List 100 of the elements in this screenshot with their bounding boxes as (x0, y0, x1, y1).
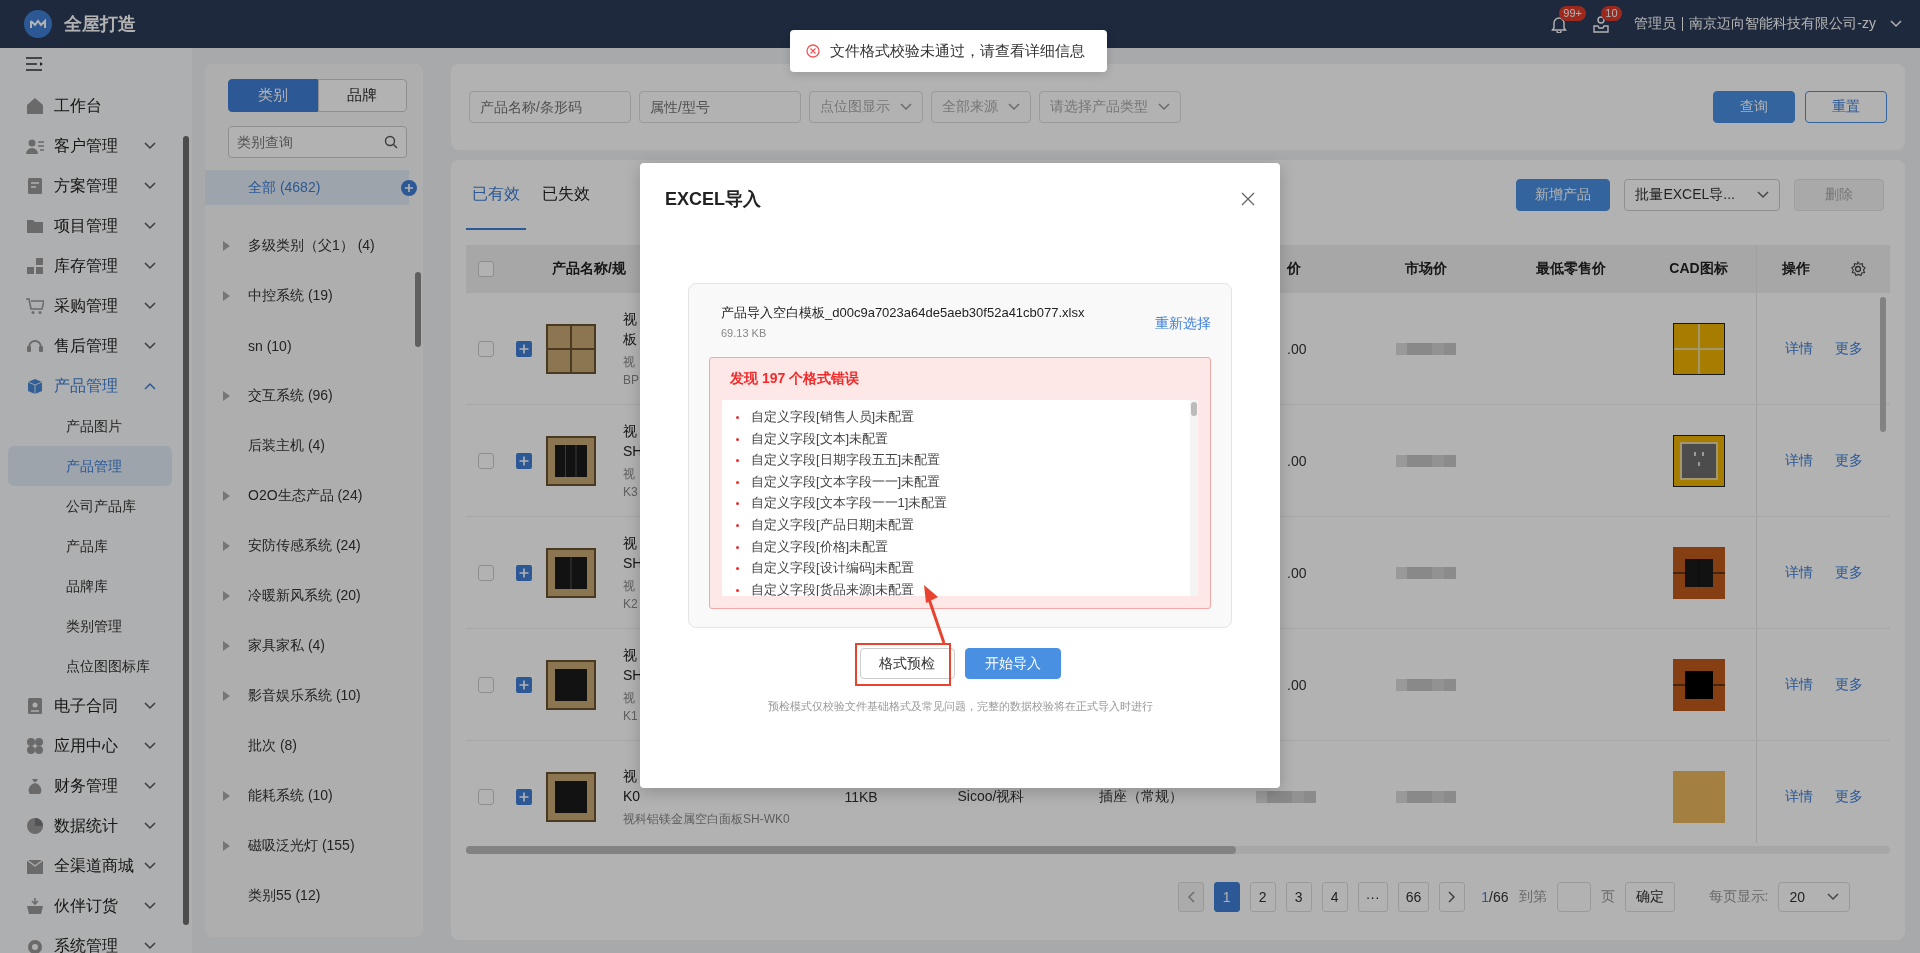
category-item[interactable]: 能耗系统 (10) (248, 787, 333, 805)
sidebar-item[interactable]: 工作台 (8, 86, 172, 126)
previous-page-button[interactable] (1177, 882, 1204, 912)
sidebar-item[interactable]: 数据统计 (8, 806, 172, 846)
caret-icon[interactable] (222, 391, 230, 401)
caret-icon[interactable] (222, 491, 230, 501)
error-icon (806, 44, 820, 58)
details-link[interactable]: 详情 (1785, 675, 1813, 694)
category-item[interactable]: 后装主机 (4) (248, 437, 325, 455)
search-field[interactable]: 类别查询 (228, 126, 407, 158)
sidebar-subitem[interactable]: 公司产品库 (8, 486, 172, 526)
checkbox[interactable] (478, 676, 494, 693)
more-link[interactable]: 更多 (1835, 451, 1863, 470)
checkbox[interactable] (478, 564, 494, 581)
sidebar-item[interactable]: 应用中心 (8, 726, 172, 766)
menu-icon[interactable] (25, 56, 45, 72)
sidebar-item[interactable]: 客户管理 (8, 126, 172, 166)
sidebar-item[interactable]: 采购管理 (8, 286, 172, 326)
confirm-button[interactable]: 确定 (1624, 882, 1675, 912)
sidebar-item[interactable]: 方案管理 (8, 166, 172, 206)
checkbox[interactable] (478, 340, 494, 357)
expand-icon[interactable] (516, 452, 532, 469)
checkbox[interactable] (478, 788, 494, 805)
caret-icon[interactable] (222, 591, 230, 601)
sidebar-item[interactable]: 库存管理 (8, 246, 172, 286)
more-link[interactable]: 更多 (1835, 675, 1863, 694)
caret-icon[interactable] (222, 791, 230, 801)
more-link[interactable]: 更多 (1835, 787, 1863, 806)
next-page-button[interactable] (1439, 882, 1466, 912)
caret-icon[interactable] (222, 541, 230, 551)
category-item[interactable]: 中控系统 (19) (248, 287, 333, 305)
checkbox[interactable] (478, 260, 494, 277)
sidebar-item[interactable]: 财务管理 (8, 766, 172, 806)
details-link[interactable]: 详情 (1785, 563, 1813, 582)
text-field[interactable]: 产品名称/条形码 (469, 91, 631, 123)
sidebar-item[interactable]: 全渠道商城 (8, 846, 172, 886)
category-tab[interactable]: 品牌 (317, 79, 407, 112)
status-tab[interactable]: 已有效 (466, 160, 526, 230)
page-button[interactable]: 3 (1285, 882, 1312, 912)
sidebar-subitem[interactable]: 类别管理 (8, 606, 172, 646)
add-icon[interactable] (401, 179, 417, 196)
page-button[interactable]: 2 (1249, 882, 1276, 912)
expand-icon[interactable] (516, 788, 532, 805)
category-item[interactable]: sn (10) (248, 338, 292, 354)
page-input[interactable] (1556, 882, 1591, 912)
category-item[interactable]: 批次 (8) (248, 737, 297, 755)
user-name[interactable]: 管理员 (1634, 15, 1677, 33)
sidebar-subitem[interactable]: 产品图片 (8, 406, 172, 446)
caret-icon[interactable] (222, 691, 230, 701)
category-item[interactable]: 安防传感系统 (24) (248, 537, 361, 555)
scrollbar-thumb[interactable] (1880, 297, 1886, 432)
category-item[interactable]: O2O生态产品 (24) (248, 487, 363, 505)
category-item[interactable]: 磁吸泛光灯 (155) (248, 837, 355, 855)
details-link[interactable]: 详情 (1785, 451, 1813, 470)
expand-icon[interactable] (516, 340, 532, 357)
category-item[interactable]: 多级类别（父1） (4) (248, 237, 375, 255)
reselect-link[interactable]: 重新选择 (1155, 315, 1211, 333)
sidebar-item[interactable]: 电子合同 (8, 686, 172, 726)
category-item[interactable]: 家具家私 (4) (248, 637, 325, 655)
category-tab[interactable]: 类别 (228, 79, 318, 112)
status-tab[interactable]: 已失效 (536, 160, 596, 230)
checkbox[interactable] (478, 452, 494, 469)
company-name[interactable]: 南京迈向智能科技有限公司-zy (1689, 15, 1876, 33)
page-button[interactable]: 4 (1321, 882, 1348, 912)
scrollbar-thumb[interactable] (183, 136, 189, 925)
caret-icon[interactable] (222, 841, 230, 851)
page-button[interactable]: ··· (1357, 882, 1388, 912)
settings-icon[interactable] (1850, 260, 1866, 277)
reset-button[interactable]: 重置 (1805, 91, 1887, 123)
text-field[interactable]: 属性/型号 (639, 91, 801, 123)
category-item[interactable]: 交互系统 (96) (248, 387, 333, 405)
details-link[interactable]: 详情 (1785, 787, 1813, 806)
sidebar-subitem[interactable]: 产品库 (8, 526, 172, 566)
import-dropdown[interactable]: 批量EXCEL导... (1624, 179, 1780, 211)
expand-icon[interactable] (516, 676, 532, 693)
close-icon[interactable] (1241, 192, 1255, 206)
page-button[interactable]: 66 (1397, 882, 1430, 912)
category-item[interactable]: 冷暖新风系统 (20) (248, 587, 361, 605)
category-item[interactable]: 影音娱乐系统 (10) (248, 687, 361, 705)
more-link[interactable]: 更多 (1835, 339, 1863, 358)
scrollbar-thumb[interactable] (466, 846, 1236, 854)
details-link[interactable]: 详情 (1785, 339, 1813, 358)
scrollbar-thumb[interactable] (1191, 402, 1197, 416)
bell-icon[interactable] (1550, 15, 1569, 33)
category-item[interactable]: 类别55 (12) (248, 887, 321, 905)
expand-icon[interactable] (516, 564, 532, 581)
precheck-button[interactable]: 格式预检 (859, 648, 955, 679)
sidebar-item[interactable]: 项目管理 (8, 206, 172, 246)
sidebar-subitem[interactable]: 品牌库 (8, 566, 172, 606)
sidebar-item[interactable]: 系统管理 (8, 926, 172, 953)
more-link[interactable]: 更多 (1835, 563, 1863, 582)
sidebar-item[interactable]: 伙伴订货 (8, 886, 172, 926)
caret-icon[interactable] (222, 291, 230, 301)
person-tray-icon[interactable] (1592, 15, 1611, 33)
sidebar-item[interactable]: 售后管理 (8, 326, 172, 366)
scrollbar-thumb[interactable] (415, 272, 421, 347)
sidebar-subitem[interactable]: 点位图图标库 (8, 646, 172, 686)
page-size-select[interactable]: 20 (1778, 882, 1850, 912)
caret-icon[interactable] (222, 241, 230, 251)
caret-icon[interactable] (222, 641, 230, 651)
